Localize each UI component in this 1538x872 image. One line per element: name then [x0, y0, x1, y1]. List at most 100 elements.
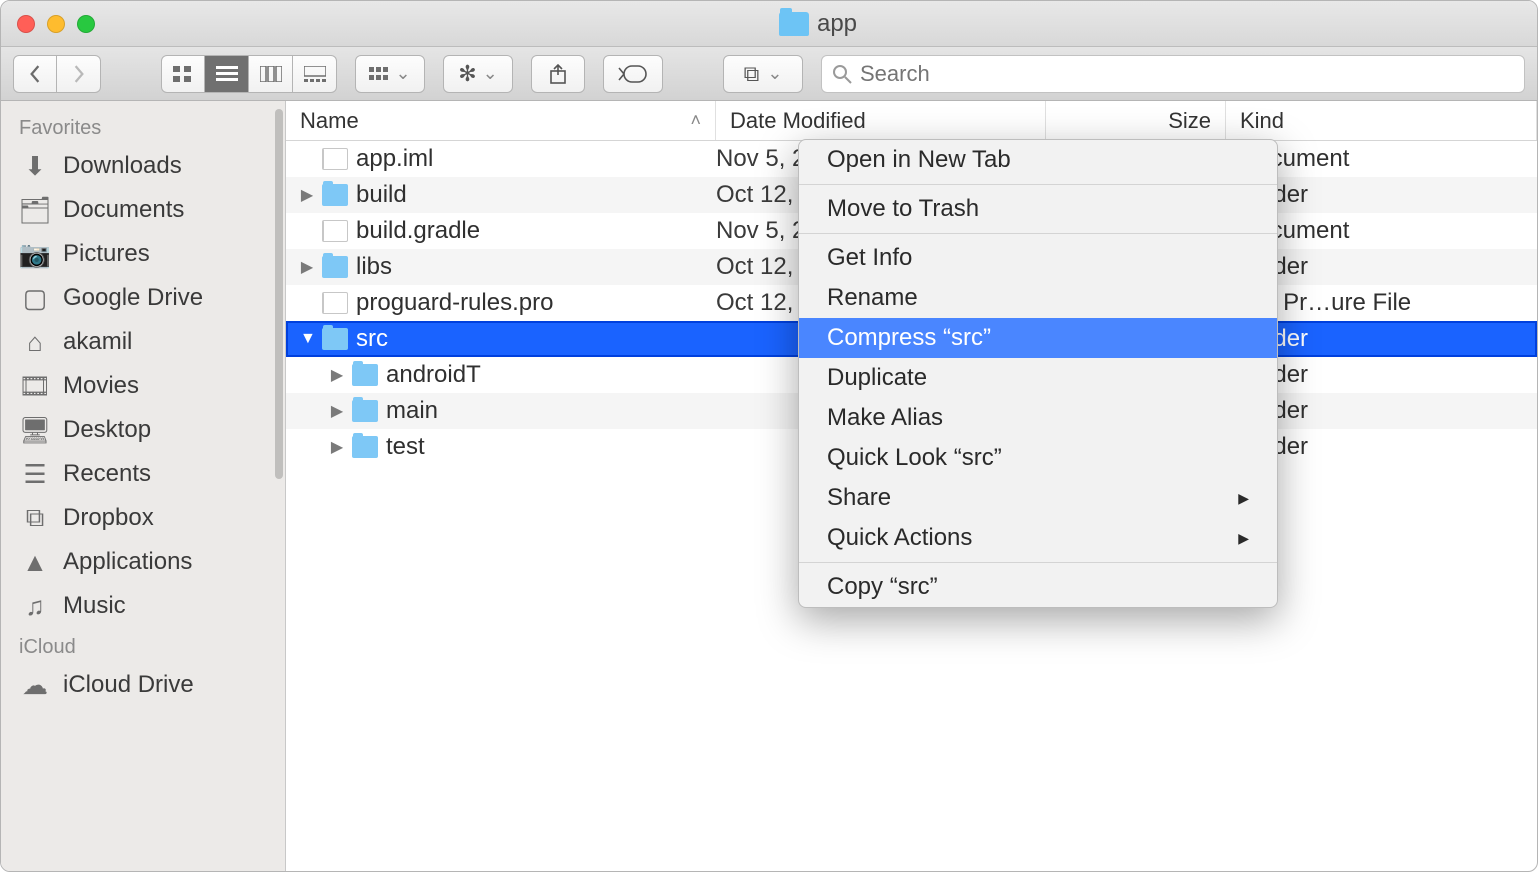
sidebar-item-label: akamil [63, 328, 132, 356]
sidebar-item-label: Documents [63, 196, 184, 224]
arrange-button[interactable]: ⌄ [355, 55, 425, 93]
sidebar-item-recents[interactable]: ☰Recents [1, 452, 285, 496]
sidebar-item-akamil[interactable]: ⌂ akamil [1, 320, 285, 364]
sidebar-item-icloud-drive[interactable]: ☁iCloud Drive [1, 663, 285, 707]
gallery-view-button[interactable] [293, 55, 337, 93]
documents-icon: 🗂 [19, 196, 51, 224]
forward-button[interactable] [57, 55, 101, 93]
search-input[interactable] [860, 61, 1514, 87]
menu-item-label: Get Info [827, 244, 912, 271]
disclosure-triangle-icon[interactable]: ▶ [300, 257, 314, 277]
menu-item-duplicate[interactable]: Duplicate [799, 358, 1277, 398]
dropbox-toolbar-button[interactable]: ⧉ ⌄ [723, 55, 803, 93]
list-icon [216, 66, 238, 82]
folder-icon [352, 400, 378, 422]
file-icon [322, 148, 348, 170]
file-name-label: app.iml [356, 145, 433, 173]
menu-item-share[interactable]: Share ▶ [799, 478, 1277, 518]
sidebar-section-header: Favorites [1, 109, 285, 144]
search-field[interactable] [821, 55, 1525, 93]
list-view-button[interactable] [205, 55, 249, 93]
folder-icon [352, 436, 378, 458]
gear-icon: ✻ [458, 61, 476, 87]
gallery-icon [304, 66, 326, 82]
menu-item-compress-src[interactable]: Compress “src” [799, 318, 1277, 358]
sidebar-item-movies[interactable]: 🎞Movies [1, 364, 285, 408]
sidebar-item-google-drive[interactable]: ▢ Google Drive [1, 276, 285, 320]
columns-icon [260, 66, 282, 82]
view-mode-group [161, 55, 337, 93]
music-icon: ♫ [19, 592, 51, 620]
sidebar-item-label: Dropbox [63, 504, 154, 532]
titlebar: app [1, 1, 1537, 47]
folder-icon [352, 364, 378, 386]
icon-view-button[interactable] [161, 55, 205, 93]
disclosure-triangle-icon[interactable]: ▶ [330, 437, 344, 457]
folder-icon [779, 12, 809, 36]
menu-item-rename[interactable]: Rename [799, 278, 1277, 318]
menu-item-open-in-new-tab[interactable]: Open in New Tab [799, 140, 1277, 180]
column-header-size[interactable]: Size [1046, 101, 1226, 140]
file-name-label: proguard-rules.pro [356, 289, 553, 317]
context-menu: Open in New Tab Move to Trash Get Info Rena… [798, 139, 1278, 608]
file-name-cell: ▶libs [286, 253, 716, 281]
menu-item-label: Compress “src” [827, 324, 991, 351]
close-window-button[interactable] [17, 15, 35, 33]
file-name-cell: app.iml [286, 145, 716, 173]
menu-item-quick-actions[interactable]: Quick Actions▶ [799, 518, 1277, 558]
recents-icon: ☰ [19, 460, 51, 488]
grid-menu-icon [369, 67, 389, 81]
sidebar-item-downloads[interactable]: ⬇︎Downloads [1, 144, 285, 188]
menu-item-copy-src[interactable]: Copy “src” [799, 567, 1277, 607]
back-button[interactable] [13, 55, 57, 93]
column-header-name[interactable]: Name ˄ [286, 101, 716, 140]
column-view-button[interactable] [249, 55, 293, 93]
disclosure-triangle-icon[interactable]: ▶ [300, 185, 314, 205]
sidebar-item-label: Applications [63, 548, 192, 576]
chevron-left-icon [28, 65, 42, 83]
column-header-kind[interactable]: Kind [1226, 101, 1537, 140]
menu-item-move-to-trash[interactable]: Move to Trash [799, 189, 1277, 229]
sidebar-item-label: Google Drive [63, 284, 203, 312]
sidebar-item-label: Movies [63, 372, 139, 400]
menu-item-label: Share [827, 484, 891, 512]
action-button[interactable]: ✻ ⌄ [443, 55, 513, 93]
file-name-cell: proguard-rules.pro [286, 289, 716, 317]
folder-icon: ▢ [19, 284, 51, 312]
sidebar-item-label: Music [63, 592, 126, 620]
disclosure-triangle-icon[interactable]: ▶ [330, 401, 344, 421]
sidebar-item-documents[interactable]: 🗂 Documents [1, 188, 285, 232]
search-icon [832, 64, 852, 84]
sidebar-item-music[interactable]: ♫ Music [1, 584, 285, 628]
share-button[interactable] [531, 55, 585, 93]
apps-icon: ▲ [19, 548, 51, 576]
disclosure-triangle-icon[interactable]: ▶ [330, 365, 344, 385]
cloud-icon: ☁ [19, 671, 51, 699]
sidebar-item-applications[interactable]: ▲ Applications [1, 540, 285, 584]
menu-separator [799, 562, 1277, 563]
menu-item-make-alias[interactable]: Make Alias [799, 398, 1277, 438]
sidebar-section-header: iCloud [1, 628, 285, 663]
home-icon: ⌂ [19, 328, 51, 356]
sort-ascending-icon: ˄ [690, 110, 701, 131]
camera-icon: 📷 [19, 240, 51, 268]
menu-item-label: Copy “src” [827, 573, 938, 600]
chevron-down-icon: ⌄ [395, 63, 410, 84]
zoom-window-button[interactable] [77, 15, 95, 33]
sidebar-item-desktop[interactable]: 🖥Desktop [1, 408, 285, 452]
menu-item-label: Open in New Tab [827, 146, 1011, 173]
sidebar-item-pictures[interactable]: 📷 Pictures [1, 232, 285, 276]
minimize-window-button[interactable] [47, 15, 65, 33]
submenu-arrow-icon: ▶ [1238, 490, 1249, 507]
sidebar-item-dropbox[interactable]: ⧉Dropbox [1, 496, 285, 540]
nav-group [13, 55, 101, 93]
tags-button[interactable] [603, 55, 663, 93]
column-header-date[interactable]: Date Modified [716, 101, 1046, 140]
sidebar-item-label: Pictures [63, 240, 150, 268]
sidebar-item-label: Downloads [63, 152, 182, 180]
chevron-down-icon: ⌄ [483, 63, 498, 84]
menu-item-quick-look-src[interactable]: Quick Look “src” [799, 438, 1277, 478]
file-icon [322, 292, 348, 314]
menu-item-get-info[interactable]: Get Info [799, 238, 1277, 278]
disclosure-triangle-icon[interactable]: ▼ [300, 330, 314, 348]
